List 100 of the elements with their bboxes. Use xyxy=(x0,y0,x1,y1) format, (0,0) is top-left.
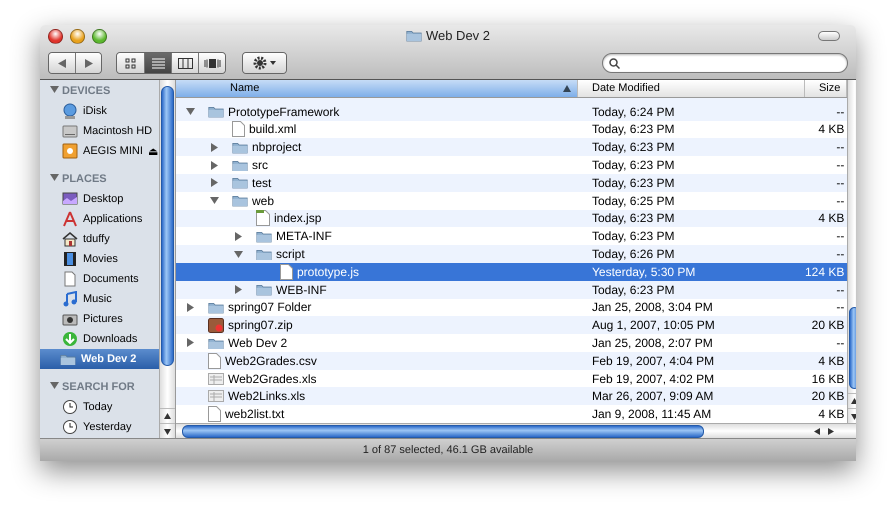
sidebar-item[interactable]: Desktop xyxy=(40,189,159,209)
collapse-triangle-icon[interactable] xyxy=(210,196,218,206)
file-row[interactable]: spring07 Folder Jan 25, 2008, 3:04 PM -- xyxy=(176,298,848,316)
horizontal-scrollbar[interactable] xyxy=(176,423,856,438)
document-icon xyxy=(280,264,293,280)
expand-triangle-icon[interactable] xyxy=(186,302,194,312)
archive-icon xyxy=(208,318,224,333)
date-modified: Mar 26, 2007, 9:09 AM xyxy=(591,389,714,404)
window-title: Web Dev 2 xyxy=(426,28,490,43)
file-name: build.xml xyxy=(249,122,296,136)
file-name: WEB-INF xyxy=(276,282,327,297)
scroll-down-arrow-icon[interactable] xyxy=(164,428,171,434)
expand-triangle-icon[interactable] xyxy=(234,232,242,241)
action-menu-button[interactable] xyxy=(243,53,286,73)
date-modified: Feb 19, 2007, 4:02 PM xyxy=(591,372,716,386)
clock-icon xyxy=(62,399,78,415)
column-header[interactable]: Date Modified xyxy=(578,80,805,97)
scrollbar[interactable] xyxy=(159,80,175,438)
collapse-triangle-icon[interactable] xyxy=(50,173,59,182)
film-icon xyxy=(62,251,78,267)
file-row[interactable]: test Today, 6:23 PM -- xyxy=(176,174,848,192)
file-name: nbproject xyxy=(252,140,302,154)
file-name: Web2Grades.csv xyxy=(225,354,317,368)
column-header[interactable]: Name xyxy=(176,80,578,97)
date-modified: Today, 6:24 PM xyxy=(591,104,676,119)
file-row[interactable]: spring07.zip Aug 1, 2007, 10:05 PM 20 KB xyxy=(176,316,848,334)
date-modified: Aug 1, 2007, 10:05 PM xyxy=(591,318,716,332)
scroll-down-arrow-icon[interactable] xyxy=(851,412,856,420)
forward-arrow-icon xyxy=(84,58,92,68)
zoom-button[interactable] xyxy=(92,28,107,44)
file-row[interactable]: PrototypeFramework Today, 6:24 PM -- xyxy=(176,102,848,121)
folder-icon xyxy=(208,105,224,118)
document-icon xyxy=(208,352,221,369)
file-name: Web2Links.xls xyxy=(228,389,306,404)
date-modified: Yesterday, 5:30 PM xyxy=(591,264,696,279)
date-modified: Jan 25, 2008, 2:07 PM xyxy=(591,336,714,350)
sidebar-item[interactable]: Macintosh HD xyxy=(40,121,159,141)
file-row[interactable]: index.jsp Today, 6:23 PM 4 KB xyxy=(176,210,848,228)
sidebar-heading: PLACES xyxy=(62,173,107,185)
sidebar-item[interactable]: Movies xyxy=(40,249,159,269)
file-size: -- xyxy=(835,247,846,261)
sidebar-item[interactable]: Web Dev 2 xyxy=(40,349,159,369)
file-row[interactable]: build.xml Today, 6:23 PM 4 KB xyxy=(176,120,848,138)
file-row[interactable]: nbproject Today, 6:23 PM -- xyxy=(176,138,848,156)
sidebar-item[interactable]: AEGIS MINI ⏏ xyxy=(40,141,159,161)
list-view-icon xyxy=(152,58,164,68)
sidebar-item[interactable]: Documents xyxy=(40,269,159,289)
scroll-up-arrow-icon[interactable] xyxy=(851,398,856,404)
minimize-button[interactable] xyxy=(70,28,85,44)
sidebar-item[interactable]: Today xyxy=(40,397,159,417)
collapse-triangle-icon[interactable] xyxy=(234,250,242,258)
forward-button[interactable] xyxy=(75,53,101,73)
scroll-right-arrow-icon[interactable] xyxy=(827,428,834,434)
spreadsheet-icon xyxy=(208,372,224,385)
close-button[interactable] xyxy=(48,28,63,44)
date-modified: Feb 19, 2007, 4:04 PM xyxy=(591,354,716,368)
back-button[interactable] xyxy=(49,53,75,73)
view-button[interactable] xyxy=(117,53,144,73)
file-row[interactable]: Web2Grades.csv Feb 19, 2007, 4:04 PM 4 KB xyxy=(176,352,848,370)
scroll-left-arrow-icon[interactable] xyxy=(814,428,821,434)
file-row[interactable]: prototype.js Yesterday, 5:30 PM 124 KB xyxy=(176,262,848,281)
sidebar-item[interactable]: Pictures xyxy=(40,309,159,329)
toolbar-toggle-button[interactable] xyxy=(818,31,840,41)
expand-triangle-icon[interactable] xyxy=(186,338,194,348)
file-name: src xyxy=(252,158,268,172)
expand-triangle-icon[interactable] xyxy=(234,285,242,294)
collapse-triangle-icon[interactable] xyxy=(50,381,59,390)
file-row[interactable]: Web2Links.xls Mar 26, 2007, 9:09 AM 20 KB xyxy=(176,387,848,406)
file-size: -- xyxy=(835,104,846,119)
sidebar-item[interactable]: Downloads xyxy=(40,329,159,349)
file-size: 20 KB xyxy=(810,389,846,404)
status-bar: 1 of 87 selected, 46.1 GB available xyxy=(40,438,856,461)
icon-view-icon xyxy=(125,58,136,68)
file-row[interactable]: WEB-INF Today, 6:23 PM -- xyxy=(176,280,848,298)
globe-icon xyxy=(62,103,78,119)
view-button[interactable] xyxy=(144,53,171,73)
sidebar-item[interactable]: Applications xyxy=(40,209,159,229)
collapse-triangle-icon[interactable] xyxy=(50,85,59,94)
eject-button[interactable]: ⏏ xyxy=(148,144,158,158)
sidebar-heading: DEVICES xyxy=(62,85,110,97)
drive-icon xyxy=(62,143,78,159)
scroll-up-arrow-icon[interactable] xyxy=(164,412,171,420)
file-size: -- xyxy=(835,140,846,154)
sidebar-item[interactable]: iDisk xyxy=(40,101,159,121)
view-button[interactable] xyxy=(171,53,198,73)
file-row[interactable]: script Today, 6:26 PM -- xyxy=(176,245,848,263)
applications-icon xyxy=(62,211,78,227)
collapse-triangle-icon[interactable] xyxy=(186,107,194,116)
desktop-icon xyxy=(62,191,78,207)
search-field[interactable] xyxy=(602,53,848,73)
view-button[interactable] xyxy=(198,53,225,73)
column-header[interactable]: Size xyxy=(805,80,848,97)
sidebar-item[interactable]: Yesterday xyxy=(40,417,159,437)
date-modified: Today, 6:23 PM xyxy=(591,229,676,244)
folder-icon xyxy=(256,230,272,243)
file-name: web2list.txt xyxy=(225,407,284,422)
sidebar-item[interactable]: tduffy xyxy=(40,229,159,249)
search-icon xyxy=(609,58,620,68)
sidebar-item[interactable]: Music xyxy=(40,289,159,309)
date-modified: Today, 6:23 PM xyxy=(591,282,676,297)
